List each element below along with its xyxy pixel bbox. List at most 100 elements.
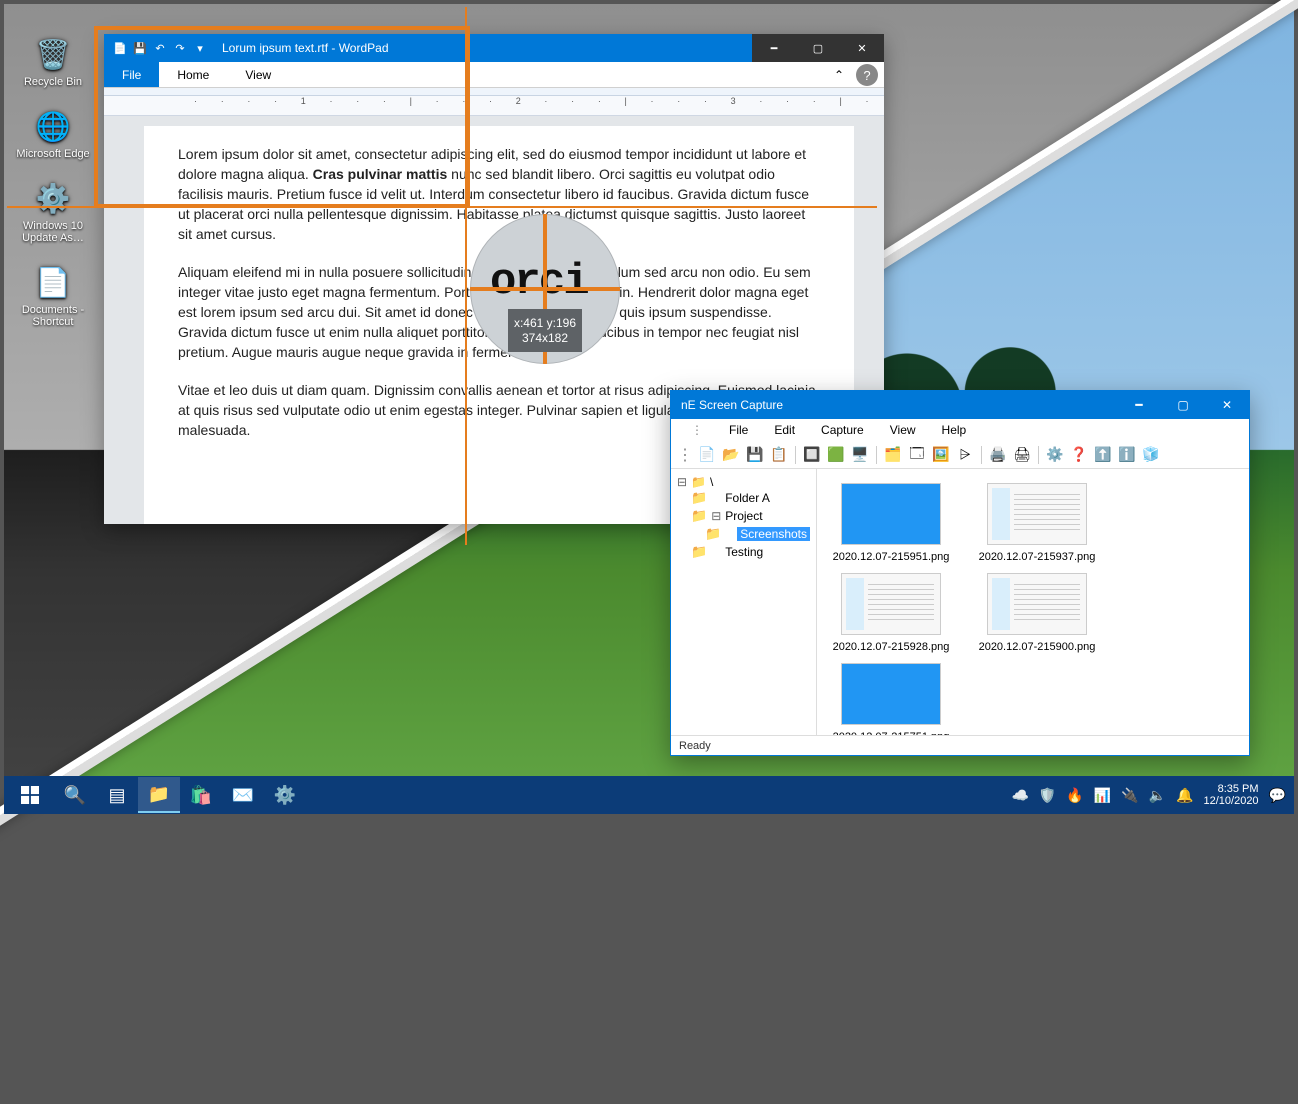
wordpad-title: Lorum ipsum text.rtf - WordPad bbox=[222, 41, 752, 55]
collapse-ribbon-icon[interactable]: ⌃ bbox=[828, 68, 850, 82]
maximize-button[interactable]: ▢ bbox=[796, 34, 840, 62]
toolbar-icon[interactable]: 🖨️ bbox=[988, 445, 1008, 465]
tray-icon[interactable]: 🔈 bbox=[1149, 787, 1166, 804]
toolbar-icon[interactable]: 📄 bbox=[697, 445, 717, 465]
toolbar-icon[interactable]: ⬆️ bbox=[1093, 445, 1113, 465]
tree-item[interactable]: Folder A bbox=[691, 489, 810, 507]
menu-item[interactable]: Edit bbox=[762, 421, 807, 439]
tree-expand-icon[interactable]: ⊟ bbox=[711, 509, 721, 523]
menu-item[interactable]: View bbox=[878, 421, 928, 439]
tree-root[interactable]: \ bbox=[710, 475, 713, 489]
desktop-icon-label: Documents - Shortcut bbox=[14, 304, 92, 328]
tab-home[interactable]: Home bbox=[159, 62, 227, 87]
toolbar-icon[interactable]: 🗔 bbox=[907, 445, 927, 465]
tray-icon[interactable]: 🔥 bbox=[1066, 787, 1083, 804]
tray-icon[interactable]: 🛡️ bbox=[1039, 787, 1056, 804]
capture-thumbnails[interactable]: 2020.12.07-215951.png 2020.12.07-215937.… bbox=[817, 469, 1249, 735]
qat-save-icon[interactable]: 💾 bbox=[132, 40, 148, 56]
toolbar-icon[interactable]: ℹ️ bbox=[1117, 445, 1137, 465]
desktop-icon[interactable]: 🌐Microsoft Edge bbox=[14, 106, 92, 160]
tree-item[interactable]: ⊟ Project bbox=[691, 507, 810, 525]
desktop-icon[interactable]: 🗑️ Recycle Bin bbox=[14, 34, 92, 88]
capture-menubar: ⋮FileEditCaptureViewHelp bbox=[671, 419, 1249, 441]
minimize-button[interactable]: ━ bbox=[752, 34, 796, 62]
menu-item[interactable]: File bbox=[717, 421, 760, 439]
tree-collapse-icon[interactable]: ⊟ bbox=[677, 475, 687, 489]
file-name: 2020.12.07-215951.png bbox=[833, 551, 950, 563]
toolbar-icon[interactable]: ❓ bbox=[1069, 445, 1089, 465]
toolbar-icon[interactable]: 💾 bbox=[745, 445, 765, 465]
desktop-icon[interactable]: 📄Documents - Shortcut bbox=[14, 262, 92, 328]
tab-file[interactable]: File bbox=[104, 62, 159, 87]
menu-item[interactable]: Help bbox=[930, 421, 979, 439]
tray-icon[interactable]: 📊 bbox=[1094, 787, 1111, 804]
help-icon[interactable]: ? bbox=[856, 64, 878, 86]
magnifier-size: 374x182 bbox=[522, 331, 568, 345]
file-name: 2020.12.07-215928.png bbox=[833, 641, 950, 653]
tree-item-label: Folder A bbox=[725, 491, 770, 505]
wordpad-ribbon-tabs: File Home View ⌃ ? bbox=[104, 62, 884, 88]
tray-icon[interactable]: ☁️ bbox=[1011, 787, 1028, 804]
capture-folder-tree[interactable]: ⊟📁 \ Folder A⊟ProjectScreenshotsTesting bbox=[671, 469, 817, 735]
qat-undo-icon[interactable]: ↶ bbox=[152, 40, 168, 56]
taskbar[interactable]: 🔍▤📁🛍️✉️⚙️ ☁️ 🛡️ 🔥 📊 🔌 🔈 🔔 8:35 PM 12/10/2020 💬 bbox=[4, 776, 1294, 814]
qat-redo-icon[interactable]: ↷ bbox=[172, 40, 188, 56]
qat-more-icon[interactable]: ▾ bbox=[192, 40, 208, 56]
desktop-icon[interactable]: ⚙️Windows 10 Update As… bbox=[14, 178, 92, 244]
tray-icon[interactable]: 🔔 bbox=[1176, 787, 1193, 804]
taskbar-clock[interactable]: 8:35 PM 12/10/2020 bbox=[1204, 783, 1259, 807]
file-tile[interactable]: 2020.12.07-215928.png bbox=[831, 573, 951, 653]
toolbar-icon[interactable]: ⩥ bbox=[955, 445, 975, 465]
taskbar-search[interactable]: 🔍 bbox=[54, 777, 96, 813]
file-thumb bbox=[841, 483, 941, 545]
file-tile[interactable]: 2020.12.07-215751.png bbox=[831, 663, 951, 735]
file-tile[interactable]: 2020.12.07-215937.png bbox=[977, 483, 1097, 563]
taskbar-settings[interactable]: ⚙️ bbox=[264, 777, 306, 813]
desktop-icon-glyph: 🗑️ bbox=[33, 34, 73, 74]
menu-item[interactable]: Capture bbox=[809, 421, 876, 439]
file-thumb bbox=[987, 483, 1087, 545]
toolbar-icon[interactable]: 🟩 bbox=[826, 445, 846, 465]
taskbar-mail[interactable]: ✉️ bbox=[222, 777, 264, 813]
cap-minimize-button[interactable]: ━ bbox=[1117, 391, 1161, 419]
magnifier-coords: x:461 y:196 bbox=[514, 316, 576, 330]
toolbar-icon[interactable]: 🖥️ bbox=[850, 445, 870, 465]
wordpad-ruler[interactable]: · · · · 1 · · · | · · · 2 · · · | · · · … bbox=[104, 96, 884, 116]
toolbar-icon[interactable]: 📂 bbox=[721, 445, 741, 465]
tree-item[interactable]: Testing bbox=[691, 543, 810, 561]
start-button[interactable] bbox=[12, 777, 48, 813]
tray-icon[interactable]: 🔌 bbox=[1121, 787, 1138, 804]
cap-close-button[interactable]: ✕ bbox=[1205, 391, 1249, 419]
toolbar-icon[interactable]: 🖼️ bbox=[931, 445, 951, 465]
file-thumb bbox=[987, 573, 1087, 635]
file-thumb bbox=[841, 663, 941, 725]
tree-item[interactable]: Screenshots bbox=[705, 525, 810, 543]
taskbar-explorer[interactable]: 📁 bbox=[138, 777, 180, 813]
tab-view[interactable]: View bbox=[227, 62, 289, 87]
tree-item-label: Screenshots bbox=[737, 527, 810, 541]
toolbar-icon[interactable]: ⚙️ bbox=[1045, 445, 1065, 465]
file-tile[interactable]: 2020.12.07-215951.png bbox=[831, 483, 951, 563]
capture-toolbar: ⋮📄📂💾📋🔲🟩🖥️🗂️🗔🖼️⩥🖨️🖨⚙️❓⬆️ℹ️🧊 bbox=[671, 441, 1249, 469]
wordpad-titlebar[interactable]: 📄 💾 ↶ ↷ ▾ Lorum ipsum text.rtf - WordPad… bbox=[104, 34, 884, 62]
taskbar-store[interactable]: 🛍️ bbox=[180, 777, 222, 813]
qat-icon[interactable]: 📄 bbox=[112, 40, 128, 56]
desktop-icon-glyph: 📄 bbox=[33, 262, 73, 302]
tree-item-label: Project bbox=[725, 509, 762, 523]
toolbar-icon[interactable]: 🖨 bbox=[1012, 445, 1032, 465]
crosshair-h bbox=[7, 206, 877, 208]
cap-maximize-button[interactable]: ▢ bbox=[1161, 391, 1205, 419]
capture-titlebar[interactable]: nE Screen Capture ━ ▢ ✕ bbox=[671, 391, 1249, 419]
toolbar-icon[interactable]: 🗂️ bbox=[883, 445, 903, 465]
toolbar-icon[interactable]: 🔲 bbox=[802, 445, 822, 465]
toolbar-icon[interactable]: 📋 bbox=[769, 445, 789, 465]
desktop-icon-label: Recycle Bin bbox=[24, 76, 82, 88]
file-tile[interactable]: 2020.12.07-215900.png bbox=[977, 573, 1097, 653]
action-center-icon[interactable]: 💬 bbox=[1269, 787, 1286, 804]
toolbar-icon[interactable]: 🧊 bbox=[1141, 445, 1161, 465]
desktop-icon-glyph: 🌐 bbox=[33, 106, 73, 146]
magnifier-pixel-sample: orci bbox=[490, 260, 588, 304]
close-button[interactable]: ✕ bbox=[840, 34, 884, 62]
file-thumb bbox=[841, 573, 941, 635]
taskbar-task-view[interactable]: ▤ bbox=[96, 777, 138, 813]
